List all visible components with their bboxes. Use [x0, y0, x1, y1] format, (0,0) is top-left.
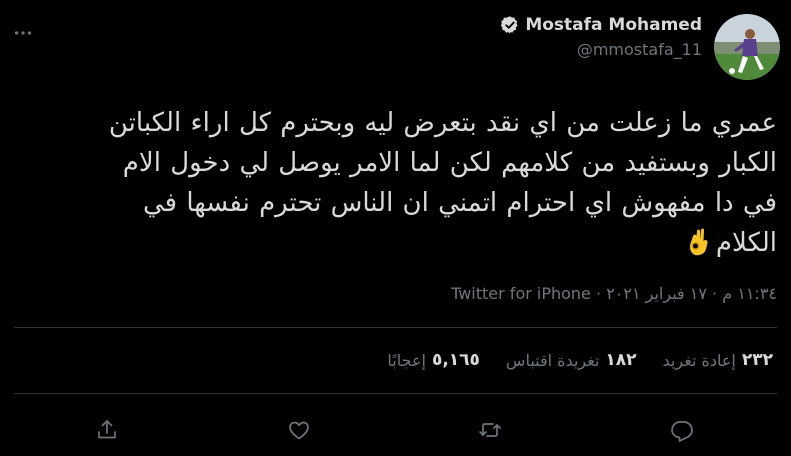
display-name[interactable]: Mostafa Mohamed	[525, 15, 702, 35]
tweet-header: Mostafa Mohamed @mmostafa_11	[500, 14, 780, 80]
tweet-line: عمري ما زعلت من اي نقد بتعرض ليه وبحترم …	[108, 108, 777, 138]
likes-stat[interactable]: ٥,١٦٥ إعجابًا	[387, 350, 480, 370]
tweet-stats: ٢٣٢ إعادة تغريد ١٨٢ تغريدة اقتباس ٥,١٦٥ …	[361, 350, 773, 370]
tweet-line: في دا مفهوش اي احترام اتمني ان الناس تحت…	[142, 188, 777, 218]
tweet-last-line: الكلام	[14, 223, 777, 263]
retweets-label: إعادة تغريد	[662, 350, 736, 370]
like-icon	[289, 421, 309, 440]
user-names: Mostafa Mohamed @mmostafa_11	[500, 14, 702, 59]
avatar[interactable]	[714, 14, 780, 80]
meta-separator: ·	[712, 284, 718, 303]
tweet-actions	[0, 412, 791, 448]
retweet-icon	[479, 423, 501, 437]
quotes-count: ١٨٢	[605, 350, 637, 370]
tweet-date[interactable]: ١٧ فبراير ٢٠٢١	[606, 284, 707, 303]
tweet-source[interactable]: Twitter for iPhone	[451, 284, 591, 303]
more-options-button[interactable]	[3, 13, 43, 53]
tweet-time[interactable]: ١١:٣٤ م	[722, 284, 777, 303]
user-handle[interactable]: @mmostafa_11	[577, 40, 702, 59]
name-row[interactable]: Mostafa Mohamed	[500, 14, 702, 36]
retweet-button[interactable]	[472, 412, 508, 448]
likes-count: ٥,١٦٥	[431, 350, 480, 370]
reply-icon	[671, 421, 693, 442]
reply-button[interactable]	[664, 412, 700, 448]
tweet-line: الكبار وبستفيد من كلامهم لكن لما الامر ي…	[122, 148, 777, 178]
quotes-label: تغريدة اقتباس	[505, 350, 600, 370]
like-button[interactable]	[281, 412, 317, 448]
divider	[14, 327, 777, 328]
retweets-stat[interactable]: ٢٣٢ إعادة تغريد	[663, 350, 773, 370]
quotes-stat[interactable]: ١٨٢ تغريدة اقتباس	[506, 350, 637, 370]
tweet-meta: ١١:٣٤ م · ١٧ فبراير ٢٠٢١ · Twitter for i…	[451, 284, 777, 303]
divider	[14, 393, 777, 394]
meta-separator: ·	[596, 284, 602, 303]
more-icon	[14, 31, 32, 35]
tweet-line: الكلام	[715, 228, 777, 258]
share-icon	[98, 420, 116, 439]
share-button[interactable]	[89, 412, 125, 448]
tweet-text: عمري ما زعلت من اي نقد بتعرض ليه وبحترم …	[14, 103, 777, 263]
likes-label: إعجابًا	[387, 350, 426, 370]
ok-hand-emoji-icon	[689, 228, 708, 256]
verified-badge-icon	[501, 16, 518, 34]
retweets-count: ٢٣٢	[741, 350, 773, 370]
